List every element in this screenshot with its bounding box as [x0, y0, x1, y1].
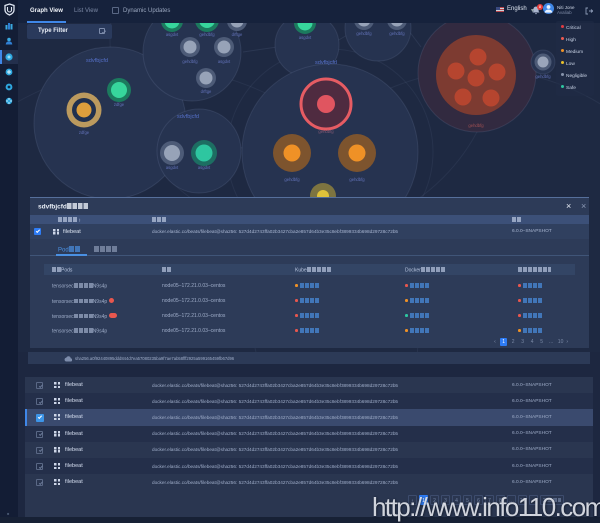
- svg-text:gehdbfg: gehdbfg: [318, 129, 334, 134]
- svg-text:sdvfbjcfd: sdvfbjcfd: [177, 114, 199, 120]
- svg-text:gehdbfg: gehdbfg: [349, 177, 365, 182]
- svg-text:asgdvt: asgdvt: [299, 35, 312, 40]
- svg-text:gehdbfg: gehdbfg: [356, 31, 372, 36]
- svg-text:gehdbfg: gehdbfg: [468, 123, 484, 128]
- svg-text:drftge: drftge: [232, 32, 243, 37]
- svg-text:gehdbfg: gehdbfg: [182, 59, 198, 64]
- svg-text:asgdvt: asgdvt: [166, 165, 179, 170]
- svg-text:gehdbfg: gehdbfg: [535, 74, 551, 79]
- svg-text:sdvfbjcfd: sdvfbjcfd: [315, 60, 337, 66]
- svg-text:zdfge: zdfge: [114, 102, 125, 107]
- svg-text:gehdbfg: gehdbfg: [389, 31, 405, 36]
- svg-text:gehdbfg: gehdbfg: [284, 177, 300, 182]
- svg-text:gehdbfg: gehdbfg: [199, 32, 215, 37]
- svg-text:asgdvt: asgdvt: [198, 165, 211, 170]
- svg-text:asgdvt: asgdvt: [166, 32, 179, 37]
- svg-text:drftge: drftge: [201, 89, 212, 94]
- svg-text:zdfge: zdfge: [79, 130, 90, 135]
- svg-text:sdvfbjcfd: sdvfbjcfd: [86, 58, 108, 64]
- svg-text:asgdvt: asgdvt: [218, 59, 231, 64]
